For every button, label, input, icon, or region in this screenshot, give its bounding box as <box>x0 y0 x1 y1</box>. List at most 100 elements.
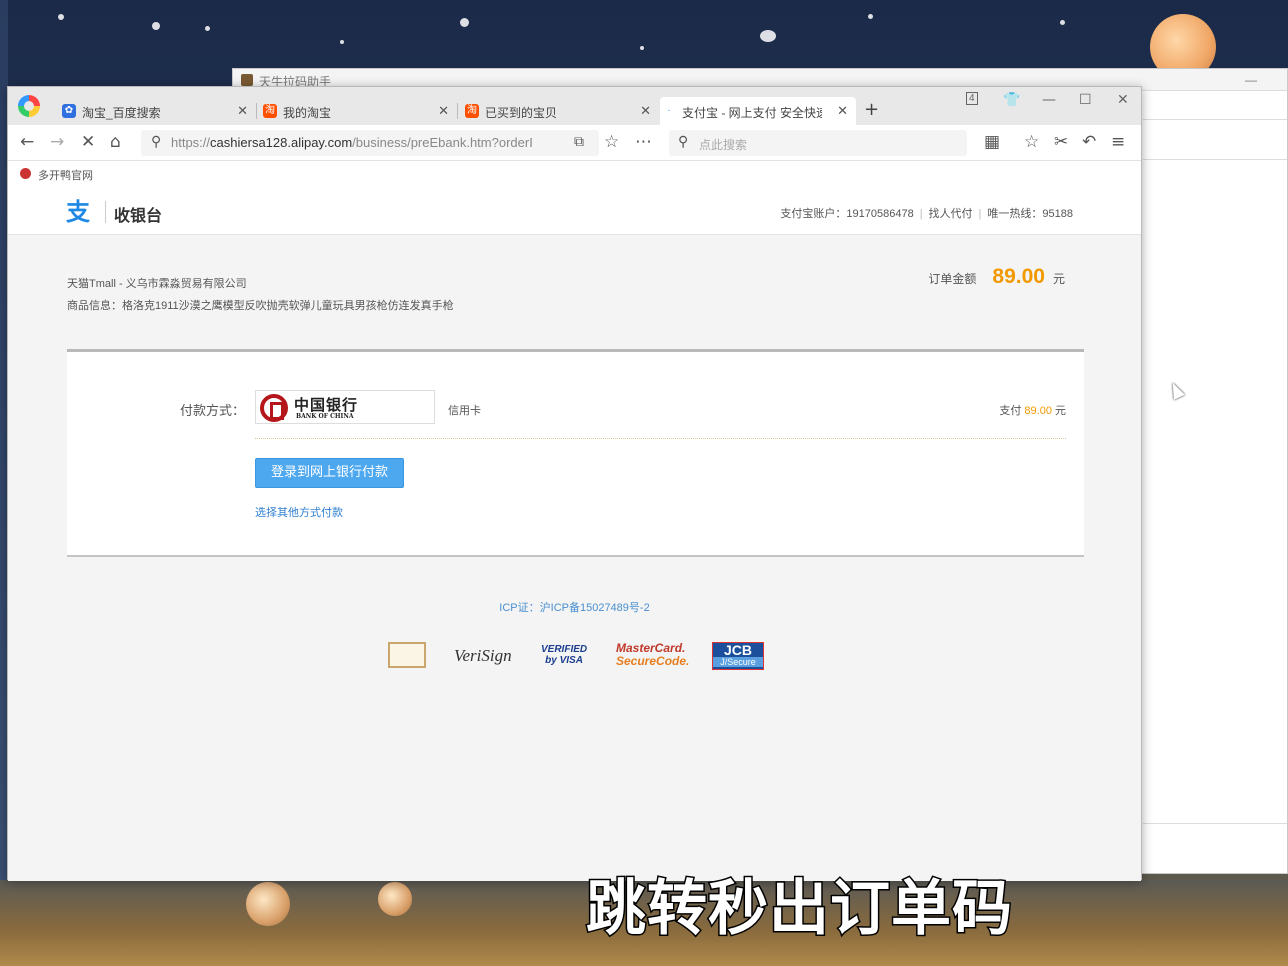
proxy-pay-link[interactable]: 找人代付 <box>929 208 973 220</box>
tab-count-badge[interactable]: 4 <box>966 92 978 105</box>
bank-name-en: BANK OF CHINA <box>296 413 354 420</box>
divider <box>1143 159 1287 160</box>
search-icon: ⚲ <box>678 133 689 149</box>
search-input[interactable]: ⚲ 点此搜索 <box>669 130 967 156</box>
account-label: 支付宝账户：19170586478 <box>780 208 914 220</box>
badge-text: by VISA <box>545 655 583 666</box>
maximize-icon[interactable]: ☐ <box>1079 92 1092 108</box>
card-type: 信用卡 <box>448 405 481 417</box>
url-host: cashiersa128.alipay.com <box>210 135 353 150</box>
tab-bar: ✿ 淘宝_百度搜索 ✕ 淘 我的淘宝 ✕ 淘 已买到的宝贝 ✕ · 支付宝 - … <box>8 87 1141 125</box>
star-icon[interactable]: ☆ <box>604 132 619 152</box>
star <box>868 14 873 19</box>
jcb-jsecure-badge[interactable]: JCB J/Secure <box>712 642 764 670</box>
pay-suffix: 元 <box>1055 405 1066 417</box>
taobao-icon: 淘 <box>465 104 479 118</box>
star <box>152 22 160 30</box>
tab-separator <box>457 103 458 119</box>
product-info: 商品信息：格洛克1911沙漠之鹰模型反吹抛壳软弹儿童玩具男孩枪仿连发真手枪 <box>67 300 454 312</box>
account-info: 支付宝账户：19170586478 | 找人代付 | 唯一热线：95188 <box>780 208 1073 220</box>
divider <box>1143 823 1287 824</box>
badge-text: J/Secure <box>713 657 763 667</box>
address-bar[interactable]: ⚲ https://cashiersa128.alipay.com/busine… <box>141 130 599 156</box>
tab-label: 支付宝 - 网上支付 安全快速 <box>682 106 822 120</box>
nav-toolbar: ← → ✕ ⌂ ⚲ https://cashiersa128.alipay.co… <box>8 125 1141 161</box>
close-icon[interactable]: ✕ <box>837 103 848 119</box>
alipay-logo-icon: 支 <box>66 198 90 226</box>
amount-value: 89.00 <box>992 265 1045 288</box>
mastercard-securecode-badge[interactable]: MasterCard. SecureCode. <box>616 642 689 672</box>
bookmark-icon <box>20 168 31 179</box>
tab-baidu-search[interactable]: ✿ 淘宝_百度搜索 ✕ <box>60 97 256 125</box>
badge-text: VERIFIED <box>541 644 588 655</box>
close-window-icon[interactable]: ✕ <box>1117 92 1129 108</box>
minimize-icon[interactable]: — <box>1245 73 1257 87</box>
taobao-icon: 淘 <box>263 104 277 118</box>
divider <box>255 438 1066 439</box>
bookmark-item[interactable]: 多开鸭官网 <box>38 170 93 182</box>
app-icon <box>241 74 253 86</box>
star <box>58 14 64 20</box>
tab-label: 已买到的宝贝 <box>485 106 558 120</box>
apps-grid-icon[interactable]: ▦ <box>984 132 1000 152</box>
menu-icon[interactable]: ≡ <box>1111 132 1125 152</box>
search-icon: ⚲ <box>151 133 162 149</box>
lantern <box>246 882 290 926</box>
verisign-badge[interactable]: VeriSign <box>454 646 512 676</box>
close-icon[interactable]: ✕ <box>237 103 248 119</box>
tab-separator <box>256 103 257 119</box>
bank-selector[interactable]: 中国银行 BANK OF CHINA <box>255 390 435 424</box>
more-icon[interactable]: ⋯ <box>635 132 652 152</box>
alipay-cashier-page: 支 收银台 支付宝账户：19170586478 | 找人代付 | 唯一热线：95188 … <box>8 187 1141 881</box>
star <box>1060 20 1065 25</box>
undo-icon[interactable]: ↶ <box>1082 132 1096 152</box>
tab-label: 我的淘宝 <box>283 106 332 120</box>
pay-amount-value: 89.00 <box>1024 405 1052 417</box>
pay-amount: 支付 89.00 元 <box>999 402 1066 418</box>
tab-purchased[interactable]: 淘 已买到的宝贝 ✕ <box>463 97 659 125</box>
scissors-icon[interactable]: ✂ <box>1054 132 1068 152</box>
page-title: 收银台 <box>114 206 163 225</box>
stop-icon[interactable]: ✕ <box>81 132 95 152</box>
login-bank-button[interactable]: 登录到网上银行付款 <box>255 458 404 488</box>
star <box>640 46 644 50</box>
url-scheme: https:// <box>171 135 211 150</box>
video-caption: 跳转秒出订单码 <box>585 873 1014 946</box>
bank-of-china-logo-icon <box>260 394 288 422</box>
star <box>340 40 344 44</box>
hotline: 唯一热线：95188 <box>987 208 1073 220</box>
divider <box>105 201 106 223</box>
loading-icon: · <box>667 105 671 116</box>
divider <box>1143 119 1287 120</box>
certificate-badge-icon[interactable] <box>388 642 426 668</box>
close-icon[interactable]: ✕ <box>640 103 651 119</box>
star <box>760 30 776 42</box>
tab-my-taobao[interactable]: 淘 我的淘宝 ✕ <box>261 97 457 125</box>
forward-icon[interactable]: → <box>50 132 64 152</box>
other-method-link[interactable]: 选择其他方式付款 <box>255 504 343 520</box>
browser-logo-icon[interactable] <box>18 95 40 117</box>
search-placeholder: 点此搜索 <box>699 138 748 152</box>
icp-link[interactable]: ICP证：沪ICP备15027489号-2 <box>8 599 1141 615</box>
browser-window[interactable]: ✿ 淘宝_百度搜索 ✕ 淘 我的淘宝 ✕ 淘 已买到的宝贝 ✕ · 支付宝 - … <box>7 86 1142 881</box>
shirt-icon[interactable]: 👕 <box>1003 92 1020 108</box>
home-icon[interactable]: ⌂ <box>110 132 121 152</box>
merchant-name: 天猫Tmall - 义乌市霖淼贸易有限公司 <box>67 278 247 290</box>
translate-icon[interactable]: ⧉ <box>574 132 584 152</box>
tab-alipay[interactable]: · 支付宝 - 网上支付 安全快速 ✕ <box>660 97 856 125</box>
order-info: 天猫Tmall - 义乌市霖淼贸易有限公司 商品信息：格洛克1911沙漠之鹰模型… <box>67 273 454 317</box>
badge-text: SecureCode. <box>616 654 690 668</box>
bookmarks-bar: 多开鸭官网 <box>8 161 1141 187</box>
favorites-icon[interactable]: ☆ <box>1024 132 1039 152</box>
new-tab-button[interactable]: + <box>864 99 879 120</box>
close-icon[interactable]: ✕ <box>438 103 449 119</box>
lantern <box>378 882 412 916</box>
minimize-icon[interactable]: — <box>1042 92 1056 108</box>
verified-by-visa-badge[interactable]: VERIFIED by VISA <box>541 644 587 674</box>
currency: 元 <box>1052 272 1065 286</box>
tab-label: 淘宝_百度搜索 <box>82 106 161 120</box>
back-icon[interactable]: ← <box>20 132 34 152</box>
url-path: /business/preEbank.htm?orderI <box>352 135 533 150</box>
badge-text: JCB <box>723 642 752 658</box>
bank-name: 中国银行 <box>294 396 359 414</box>
